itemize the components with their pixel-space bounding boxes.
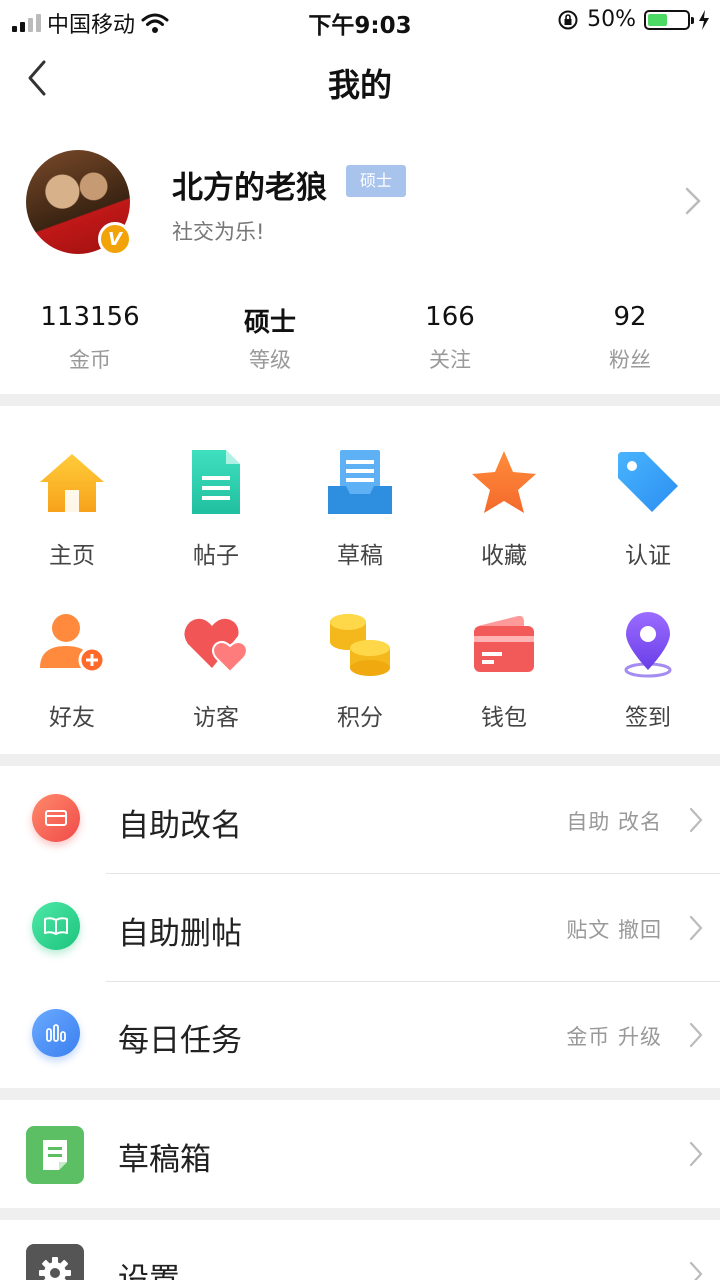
rotation-lock-icon	[558, 10, 578, 29]
grid-label: 好友	[49, 705, 95, 731]
drafts-icon-bg	[26, 1126, 84, 1184]
stat-label: 粉丝	[609, 348, 651, 372]
location-pin-icon	[624, 612, 672, 678]
grid-label: 主页	[49, 543, 95, 569]
chevron-right-icon	[689, 1141, 703, 1167]
settings-row[interactable]: 设置	[0, 1220, 720, 1280]
card-icon	[45, 810, 67, 826]
wallet-icon	[474, 615, 534, 672]
battery-icon	[644, 9, 694, 30]
coins-icon	[330, 614, 390, 676]
star-icon	[472, 451, 536, 513]
list-icon-bg	[32, 902, 80, 950]
stat-level[interactable]: 硕士 等级	[180, 302, 360, 374]
grid-item-verify[interactable]: 认证	[576, 448, 720, 598]
grid-label: 钱包	[481, 705, 527, 731]
list-item-daily-tasks[interactable]: 每日任务 金币 升级	[0, 981, 720, 1088]
grid-item-drafts[interactable]: 草稿	[288, 448, 432, 598]
grid-item-points[interactable]: 积分	[288, 610, 432, 760]
grid-item-visitors[interactable]: 访客	[144, 610, 288, 760]
grid-item-friends[interactable]: 好友	[0, 610, 144, 760]
stat-label: 金币	[69, 348, 111, 372]
stat-value: 硕士	[243, 308, 296, 338]
tag-icon	[618, 452, 678, 512]
chevron-right-icon	[689, 1022, 703, 1048]
stat-value: 113156	[40, 302, 140, 332]
bar-chart-icon	[46, 1024, 66, 1042]
grid-label: 签到	[625, 705, 671, 731]
stat-value: 92	[613, 302, 647, 332]
grid-label: 收藏	[481, 543, 527, 569]
list-item-subtitle: 贴文 撤回	[566, 918, 662, 942]
battery-percent: 50%	[587, 7, 636, 32]
list-item-delete-post[interactable]: 自助删帖 贴文 撤回	[0, 874, 720, 981]
profile-card[interactable]: V 北方的老狼 硕士 社交为乐! 113156 金币 硕士 等级 166 关注 …	[0, 122, 720, 394]
settings-icon-bg	[26, 1244, 84, 1280]
chevron-right-icon	[689, 1261, 703, 1280]
grid-item-posts[interactable]: 帖子	[144, 448, 288, 598]
chevron-right-icon	[689, 915, 703, 941]
settings-title: 设置	[118, 1262, 180, 1280]
drafts-title: 草稿箱	[118, 1142, 211, 1178]
list-item-subtitle: 自助 改名	[566, 810, 662, 834]
list-item-title: 每日任务	[118, 1023, 242, 1059]
stat-fans[interactable]: 92 粉丝	[540, 302, 720, 374]
grid-label: 访客	[193, 705, 239, 731]
grid-label: 积分	[337, 705, 383, 731]
grid-label: 认证	[625, 543, 671, 569]
profile-motto: 社交为乐!	[172, 220, 265, 244]
stat-following[interactable]: 166 关注	[360, 302, 540, 374]
drafts-row[interactable]: 草稿箱	[0, 1100, 720, 1208]
list-icon-bg	[32, 794, 80, 842]
verified-badge: V	[98, 222, 132, 256]
username: 北方的老狼	[172, 170, 327, 206]
grid-label: 草稿	[337, 543, 383, 569]
list-item-subtitle: 金币 升级	[566, 1025, 662, 1049]
stats-row: 113156 金币 硕士 等级 166 关注 92 粉丝	[0, 302, 720, 382]
grid-item-favorites[interactable]: 收藏	[432, 448, 576, 598]
grid-item-home[interactable]: 主页	[0, 448, 144, 598]
charging-bolt-icon	[699, 9, 709, 30]
add-friend-icon	[40, 614, 106, 674]
gear-icon	[39, 1257, 71, 1280]
grid-item-checkin[interactable]: 签到	[576, 610, 720, 760]
hearts-icon	[184, 618, 248, 674]
feature-grid: 主页 帖子 草稿 收藏 认证 好友 访客 积分 钱包 签到	[0, 406, 720, 754]
stat-value: 166	[425, 302, 475, 332]
feature-list: 自助改名 自助 改名 自助删帖 贴文 撤回 每日任务 金币 升级	[0, 766, 720, 1088]
grid-item-wallet[interactable]: 钱包	[432, 610, 576, 760]
nav-bar: 我的	[0, 40, 720, 122]
status-right: 50%	[557, 7, 710, 32]
stat-label: 关注	[429, 348, 471, 372]
home-icon	[40, 454, 104, 512]
document-icon	[192, 450, 240, 514]
list-item-title: 自助改名	[118, 808, 242, 844]
draft-tray-icon	[328, 450, 392, 514]
chevron-right-icon	[689, 807, 703, 833]
level-badge: 硕士	[346, 165, 407, 197]
page-title: 我的	[327, 66, 392, 104]
grid-label: 帖子	[193, 543, 239, 569]
status-bar: 中国移动 下午9:03 50%	[0, 0, 720, 40]
list-icon-bg	[32, 1009, 80, 1057]
chevron-right-icon[interactable]	[684, 186, 702, 216]
list-item-rename[interactable]: 自助改名 自助 改名	[0, 766, 720, 873]
list-item-title: 自助删帖	[118, 916, 242, 952]
draft-box-icon	[43, 1140, 67, 1170]
stat-coins[interactable]: 113156 金币	[0, 302, 180, 374]
book-icon	[44, 917, 68, 935]
stat-label: 等级	[249, 348, 291, 372]
